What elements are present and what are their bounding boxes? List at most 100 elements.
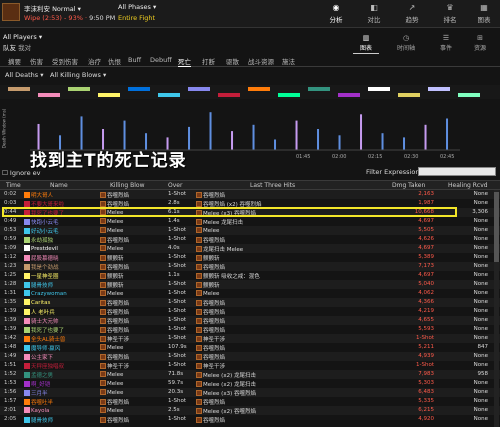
table-row[interactable]: 1:57 吞噬吐半 吞噬烈焰 1-Shot 吞噬烈焰 5,335 None — [0, 397, 500, 406]
phase-select[interactable]: All Phases ▾ — [118, 3, 156, 11]
table-row[interactable]: 1:23 我是个劲战 吞噬烈焰 1-Shot 吞噬烈焰 7,173 None — [0, 262, 500, 271]
row-hits[interactable]: 颤颤斩 — [196, 254, 220, 262]
row-hits[interactable]: 吞噬烈焰 — [196, 353, 225, 361]
row-killing-blow[interactable]: 吞噬烈焰 — [100, 416, 129, 424]
table-row[interactable]: 1:56 三月半 Melee 20.3s Melee (x3) 吞噬烈焰 6,483 Non… — [0, 388, 500, 397]
table-row[interactable]: 1:25 一星神圣圈 颤颤斩 1.1s 颤颤斩 吸收之戒：混色 4,697 None — [0, 271, 500, 280]
row-killing-blow[interactable]: 吞噬烈焰 — [100, 317, 129, 325]
filter-expression-input[interactable] — [418, 167, 496, 176]
table-row[interactable]: 0:49 快跑小云毛 Melee 1.4s Melee 龙尾扫击 4,697 None — [0, 217, 500, 226]
nav-chart[interactable]: ▦ 图表 — [466, 3, 500, 24]
table-row[interactable]: 1:39 骑士大元帅 吞噬烈焰 1-Shot 吞噬烈焰 4,655 None — [0, 316, 500, 325]
tab-7[interactable]: 死亡 — [178, 56, 191, 67]
row-hits[interactable]: 吞噬烈焰 — [196, 299, 225, 307]
row-killing-blow[interactable]: 神圣干涉 — [100, 362, 129, 370]
row-name[interactable]: 天秤座独唱叔 — [24, 362, 64, 370]
row-killing-blow[interactable]: 吞噬烈焰 — [100, 191, 129, 199]
row-killing-blow[interactable]: 颤颤斩 — [100, 281, 124, 289]
players-select[interactable]: All Players ▾ — [3, 33, 42, 41]
tab-10[interactable]: 战斗资源 — [248, 56, 274, 66]
row-name[interactable]: 好动小云毛 — [24, 227, 59, 235]
view-tab-3[interactable]: ⊞ 资源 — [460, 34, 500, 52]
row-name[interactable]: 快跑小云毛 — [24, 218, 59, 226]
row-name[interactable]: 永劫孤独 — [24, 236, 53, 244]
row-hits[interactable]: 吞噬烈焰 — [196, 308, 225, 316]
row-killing-blow[interactable]: 吞噬烈焰 — [100, 263, 129, 271]
view-tab-0[interactable]: ▥ 图表 — [346, 34, 386, 54]
scrollbar-thumb[interactable] — [494, 192, 499, 262]
table-row[interactable]: 1:49 公主家下 吞噬烈焰 1-Shot 吞噬烈焰 4,939 None — [0, 352, 500, 361]
nav-trend[interactable]: ↗ 趋势 — [394, 3, 430, 24]
table-row[interactable]: 1:53 啊_好铠 Melee 59.7s Melee (x2) 龙尾扫击 5,303 No… — [0, 379, 500, 388]
row-name[interactable]: 啊_好铠 — [24, 380, 50, 388]
row-name[interactable]: 骑士大元帅 — [24, 317, 59, 325]
row-killing-blow[interactable]: Melee — [100, 218, 123, 225]
tab-9[interactable]: 驱散 — [226, 56, 239, 66]
nav-eye[interactable]: ◉ 分析 — [318, 3, 354, 24]
row-name[interactable]: 明大哥人 — [24, 191, 53, 199]
table-scrollbar[interactable] — [494, 190, 499, 427]
row-killing-blow[interactable]: Melee — [100, 389, 123, 396]
row-killing-blow[interactable]: Melee — [100, 407, 123, 414]
table-row[interactable]: 1:12 屁股慕德晓 颤颤斩 1-Shot 颤颤斩 5,389 None — [0, 253, 500, 262]
row-hits[interactable]: 神圣干涉 — [196, 335, 225, 343]
table-row[interactable]: 1:51 天秤座独唱叔 神圣干涉 1-Shot 神圣干涉 1-Shot None — [0, 361, 500, 370]
table-row[interactable]: 2:01 Kayola Melee 2.5s Melee (x2) 吞噬烈焰 6,215 N… — [0, 406, 500, 415]
row-name[interactable]: Crazywoman — [24, 290, 67, 297]
ignore-checkbox[interactable]: ☐ Ignore ev — [2, 169, 41, 177]
row-killing-blow[interactable]: 吞噬烈焰 — [100, 398, 129, 406]
column-header[interactable]: Last Three Hits — [250, 182, 295, 189]
row-name[interactable]: 我死了也要了 — [24, 326, 64, 334]
row-hits[interactable]: Melee 龙尾扫击 — [196, 218, 243, 226]
row-hits[interactable]: Melee — [196, 290, 219, 297]
encounter-name[interactable]: 李沫利安 Normal ▾ — [24, 3, 81, 13]
row-hits[interactable]: 颤颤斩 — [196, 281, 220, 289]
column-header[interactable]: Over — [168, 182, 182, 189]
row-name[interactable]: 全头AL骑士兽 — [24, 335, 65, 343]
row-killing-blow[interactable]: 颤颤斩 — [100, 254, 124, 262]
row-killing-blow[interactable]: Melee — [100, 380, 123, 387]
row-hits[interactable]: 吞噬烈焰 — [196, 344, 225, 352]
row-hits[interactable]: Melee (x2) 龙尾扫击 — [196, 371, 256, 379]
row-name[interactable]: 一星神圣圈 — [24, 272, 59, 280]
tab-3[interactable]: 治疗 — [88, 56, 101, 66]
table-row[interactable]: 2:05 腿骨技师 吞噬烈焰 1-Shot 吞噬烈焰 4,920 None — [0, 415, 500, 424]
row-hits[interactable]: 吞噬烈焰 — [196, 326, 225, 334]
row-killing-blow[interactable]: 颤颤斩 — [100, 272, 124, 280]
table-row[interactable]: 1:42 全头AL骑士兽 神圣干涉 1-Shot 神圣干涉 1-Shot None — [0, 334, 500, 343]
row-hits[interactable]: 吞噬烈焰 — [196, 398, 225, 406]
row-hits[interactable]: 吞噬烈焰 — [196, 416, 225, 424]
table-row[interactable]: 1:09 Prestdevil Melee 4.0s 龙尾扫击 Melee 4,697 No… — [0, 244, 500, 253]
row-hits[interactable]: Melee (x3) 吞噬烈焰 — [196, 389, 256, 397]
row-hits[interactable]: Melee — [196, 227, 219, 234]
row-killing-blow[interactable]: Melee — [100, 227, 123, 234]
row-hits[interactable]: 龙尾扫击 Melee — [196, 245, 243, 253]
table-row[interactable]: 1:48 魔导师·赢风 Melee 107.9s 吞噬烈焰 5,211 847 — [0, 343, 500, 352]
row-killing-blow[interactable]: Melee — [100, 344, 123, 351]
table-row[interactable]: 1:28 腿骨技师 颤颤斩 1-Shot 颤颤斩 5,040 None — [0, 280, 500, 289]
table-row[interactable]: 1:39 人 老叶兵 吞噬烈焰 1-Shot 吞噬烈焰 4,219 None — [0, 307, 500, 316]
row-killing-blow[interactable]: 吞噬烈焰 — [100, 308, 129, 316]
row-name[interactable]: 人 老叶兵 — [24, 308, 55, 316]
view-tab-1[interactable]: ◷ 时间轴 — [386, 34, 426, 52]
table-row[interactable]: 1:31 Crazywoman Melee 1-Shot Melee 4,062 None — [0, 289, 500, 298]
column-header[interactable]: Healing Rcvd — [448, 182, 488, 189]
row-name[interactable]: 孟德之男 — [24, 371, 53, 379]
row-killing-blow[interactable]: Melee — [100, 290, 123, 297]
table-row[interactable]: 1:52 孟德之男 Melee 71.8s Melee (x2) 龙尾扫击 7,983 95… — [0, 370, 500, 379]
row-name[interactable]: Kayola — [24, 407, 49, 414]
row-hits[interactable]: 吞噬烈焰 — [196, 263, 225, 271]
row-killing-blow[interactable]: 吞噬烈焰 — [100, 299, 129, 307]
column-header[interactable]: Name — [50, 182, 68, 189]
tab-4[interactable]: 仇恨 — [108, 56, 121, 66]
row-killing-blow[interactable]: 神圣干涉 — [100, 335, 129, 343]
tab-5[interactable]: Buff — [128, 56, 141, 64]
row-killing-blow[interactable]: 吞噬烈焰 — [100, 326, 129, 334]
row-name[interactable]: Caritas — [24, 299, 50, 306]
row-hits[interactable]: 吞噬烈焰 — [196, 191, 225, 199]
table-row[interactable]: 1:35 Caritas 吞噬烈焰 1-Shot 吞噬烈焰 4,366 None — [0, 298, 500, 307]
row-name[interactable]: 腿骨技师 — [24, 281, 53, 289]
killing-blows-filter[interactable]: All Killing Blows ▾ — [50, 71, 106, 79]
tab-6[interactable]: Debuff — [150, 56, 172, 64]
row-killing-blow[interactable]: Melee — [100, 371, 123, 378]
